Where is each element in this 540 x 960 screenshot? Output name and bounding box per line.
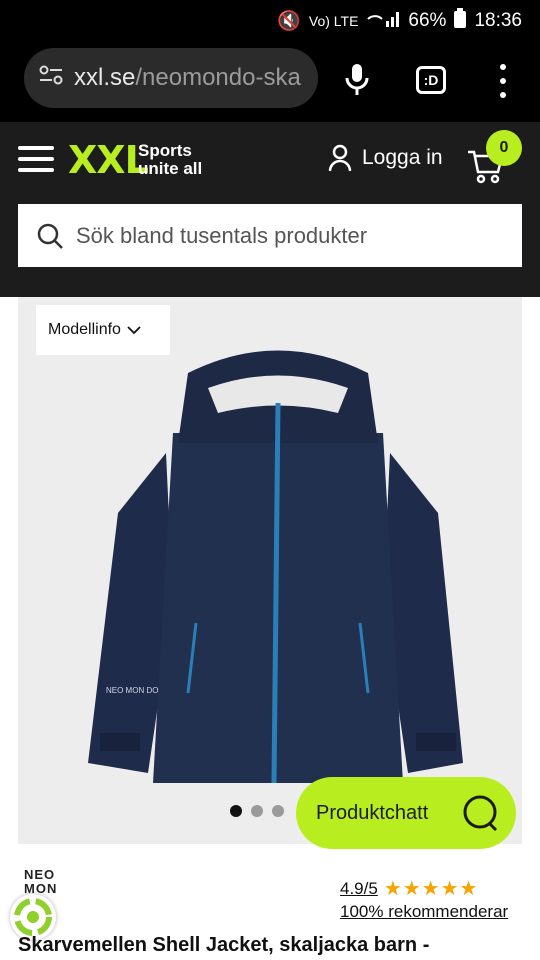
browser-toolbar: xxl.se/neomondo-ska :D	[0, 38, 540, 122]
model-info-label: Modellinfo	[48, 321, 121, 338]
image-carousel-dots[interactable]	[230, 805, 284, 817]
microphone-icon[interactable]	[344, 64, 370, 96]
carousel-dot[interactable]	[272, 805, 284, 817]
product-rating[interactable]: 4.9/5 ★★★★★	[340, 876, 478, 901]
search-input[interactable]	[76, 222, 496, 249]
product-chat-button[interactable]: Produktchatt	[296, 777, 516, 849]
model-info-button[interactable]: Modellinfo	[36, 305, 170, 355]
product-chat-label: Produktchatt	[316, 801, 429, 824]
chevron-down-icon	[127, 326, 141, 335]
url-domain: xxl.se	[74, 64, 136, 91]
product-image: NEO MON DO	[88, 350, 463, 784]
more-menu-icon[interactable]	[498, 64, 508, 98]
login-button[interactable]: Logga in	[328, 144, 443, 172]
site-header: XXL Sports unite all Logga in	[0, 122, 540, 297]
product-title: Skarvemellen Shell Jacket, skaljacka bar…	[18, 934, 430, 956]
cart-count-badge: 0	[486, 130, 522, 166]
brand-logo[interactable]: NEO MON	[24, 868, 84, 896]
logo-tagline: Sports unite all	[138, 142, 202, 178]
status-indicators: 🔇 Vo) LTE 66% 18:36	[277, 8, 522, 34]
rating-stars: ★★★★★	[383, 878, 479, 900]
tagline-line1: Sports	[138, 141, 192, 160]
login-label: Logga in	[362, 146, 443, 169]
chat-bubble-icon	[463, 795, 498, 832]
signal-icon	[366, 9, 400, 33]
battery-percent: 66%	[408, 10, 447, 31]
address-bar[interactable]: xxl.se/neomondo-ska	[24, 48, 318, 108]
tabs-button[interactable]: :D	[416, 66, 446, 94]
carousel-dot[interactable]	[230, 805, 242, 817]
jacket-print: NEO MON DO	[106, 686, 158, 695]
battery-icon	[454, 8, 467, 34]
search-box[interactable]	[18, 204, 522, 267]
clock: 18:36	[474, 10, 522, 31]
url-path: /neomondo-ska	[135, 64, 301, 91]
user-icon	[328, 144, 352, 172]
search-icon	[37, 223, 63, 249]
menu-icon[interactable]	[18, 146, 54, 172]
volte-indicator: Vo) LTE	[308, 13, 359, 29]
brand-line1: NEO	[24, 867, 56, 882]
carousel-dot[interactable]	[251, 805, 263, 817]
product-image-gallery[interactable]: NEO MON DO Modellinfo	[18, 297, 522, 844]
rating-score: 4.9/5	[340, 878, 378, 898]
tagline-line2: unite all	[138, 159, 203, 178]
site-settings-icon[interactable]	[38, 64, 66, 92]
status-bar: 🔇 Vo) LTE 66% 18:36	[0, 0, 540, 38]
mute-icon: 🔇	[277, 11, 301, 32]
url-text: xxl.se/neomondo-ska	[74, 64, 301, 92]
xxl-logo[interactable]: XXL	[68, 138, 149, 182]
recommend-link[interactable]: 100% rekommenderar	[340, 902, 508, 922]
